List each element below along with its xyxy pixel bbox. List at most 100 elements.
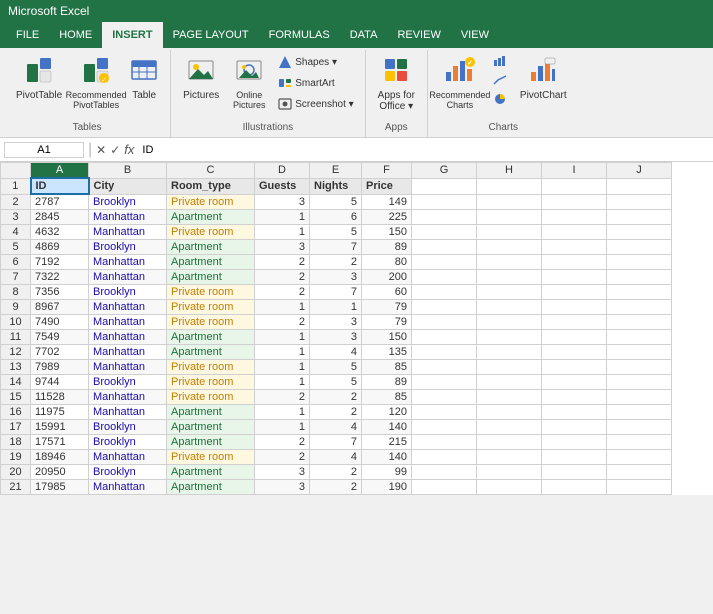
col-header-A[interactable]: A (31, 163, 89, 179)
row-header[interactable]: 17 (1, 420, 31, 435)
empty-cell[interactable] (477, 178, 542, 194)
cell[interactable]: 2 (255, 390, 310, 405)
recommended-charts-button[interactable]: ✓ Recommended Charts (434, 52, 486, 114)
online-pictures-button[interactable]: Online Pictures (227, 52, 271, 114)
cell[interactable]: 60 (362, 285, 412, 300)
empty-cell[interactable] (412, 225, 477, 240)
cell[interactable]: Private room (167, 225, 255, 240)
empty-cell[interactable] (412, 465, 477, 480)
empty-cell[interactable] (542, 300, 607, 315)
cell[interactable]: 85 (362, 390, 412, 405)
cell[interactable]: 3 (310, 315, 362, 330)
row-header[interactable]: 1 (1, 178, 31, 194)
empty-cell[interactable] (607, 240, 672, 255)
empty-cell[interactable] (542, 194, 607, 210)
empty-cell[interactable] (477, 194, 542, 210)
cell[interactable]: Manhattan (89, 315, 167, 330)
cell[interactable]: 150 (362, 330, 412, 345)
empty-cell[interactable] (542, 315, 607, 330)
empty-cell[interactable] (412, 420, 477, 435)
empty-cell[interactable] (412, 255, 477, 270)
cell[interactable]: 11528 (31, 390, 89, 405)
cell[interactable]: Apartment (167, 270, 255, 285)
row-header[interactable]: 20 (1, 465, 31, 480)
row-header[interactable]: 5 (1, 240, 31, 255)
cell[interactable]: 1 (310, 300, 362, 315)
empty-cell[interactable] (477, 465, 542, 480)
empty-cell[interactable] (607, 285, 672, 300)
cell[interactable]: Brooklyn (89, 465, 167, 480)
empty-cell[interactable] (412, 480, 477, 495)
empty-cell[interactable] (412, 194, 477, 210)
empty-cell[interactable] (542, 255, 607, 270)
cell[interactable]: 150 (362, 225, 412, 240)
cell[interactable]: 2 (255, 315, 310, 330)
cell[interactable]: Apartment (167, 420, 255, 435)
cell[interactable]: Private room (167, 390, 255, 405)
cell[interactable]: Manhattan (89, 210, 167, 225)
smartart-button[interactable]: SmartArt (273, 73, 358, 93)
cell[interactable]: 1 (255, 210, 310, 225)
cell[interactable]: 4632 (31, 225, 89, 240)
cell[interactable]: 7989 (31, 360, 89, 375)
cell[interactable]: 1 (255, 345, 310, 360)
cell[interactable]: 4 (310, 345, 362, 360)
cell[interactable]: 1 (255, 405, 310, 420)
empty-cell[interactable] (477, 330, 542, 345)
cell[interactable]: 200 (362, 270, 412, 285)
row-header[interactable]: 11 (1, 330, 31, 345)
cell[interactable]: 120 (362, 405, 412, 420)
empty-cell[interactable] (607, 420, 672, 435)
cell[interactable]: 5 (310, 225, 362, 240)
cell[interactable]: Manhattan (89, 225, 167, 240)
cell[interactable]: 3 (255, 480, 310, 495)
cell[interactable]: 4 (310, 450, 362, 465)
cell[interactable]: 1 (255, 375, 310, 390)
empty-cell[interactable] (477, 375, 542, 390)
row-header[interactable]: 18 (1, 435, 31, 450)
cell[interactable]: Manhattan (89, 255, 167, 270)
empty-cell[interactable] (412, 270, 477, 285)
cell[interactable]: 4 (310, 420, 362, 435)
cell[interactable]: 7 (310, 240, 362, 255)
row-header[interactable]: 9 (1, 300, 31, 315)
cell[interactable]: Private room (167, 300, 255, 315)
cell[interactable]: 1 (255, 300, 310, 315)
empty-cell[interactable] (542, 240, 607, 255)
pivot-chart-button[interactable]: PivotChart (514, 52, 573, 105)
empty-cell[interactable] (607, 178, 672, 194)
empty-cell[interactable] (607, 360, 672, 375)
empty-cell[interactable] (542, 375, 607, 390)
empty-cell[interactable] (412, 345, 477, 360)
cell[interactable]: 89 (362, 240, 412, 255)
cell[interactable]: Brooklyn (89, 285, 167, 300)
empty-cell[interactable] (542, 210, 607, 225)
cell[interactable]: Apartment (167, 240, 255, 255)
cell[interactable]: City (89, 178, 167, 194)
cell[interactable]: 9744 (31, 375, 89, 390)
cell[interactable]: 7490 (31, 315, 89, 330)
cell[interactable]: Manhattan (89, 270, 167, 285)
row-header[interactable]: 8 (1, 285, 31, 300)
pivot-table-button[interactable]: PivotTable (10, 52, 68, 105)
cell[interactable]: 8967 (31, 300, 89, 315)
pie-chart-button[interactable] (488, 90, 512, 108)
cell[interactable]: Manhattan (89, 330, 167, 345)
cell[interactable]: 5 (310, 360, 362, 375)
cell[interactable]: Private room (167, 285, 255, 300)
cell[interactable]: 7 (310, 435, 362, 450)
tab-home[interactable]: HOME (49, 22, 102, 48)
tab-insert[interactable]: INSERT (102, 22, 162, 48)
column-chart-button[interactable] (488, 52, 512, 70)
cell[interactable]: Price (362, 178, 412, 194)
cell[interactable]: Manhattan (89, 390, 167, 405)
empty-cell[interactable] (477, 270, 542, 285)
fx-icon[interactable]: fx (124, 142, 134, 157)
pictures-button[interactable]: Pictures (177, 52, 225, 105)
col-header-E[interactable]: E (310, 163, 362, 179)
empty-cell[interactable] (542, 450, 607, 465)
cell[interactable]: 7549 (31, 330, 89, 345)
screenshot-button[interactable]: Screenshot ▾ (273, 94, 358, 114)
empty-cell[interactable] (607, 480, 672, 495)
empty-cell[interactable] (607, 375, 672, 390)
